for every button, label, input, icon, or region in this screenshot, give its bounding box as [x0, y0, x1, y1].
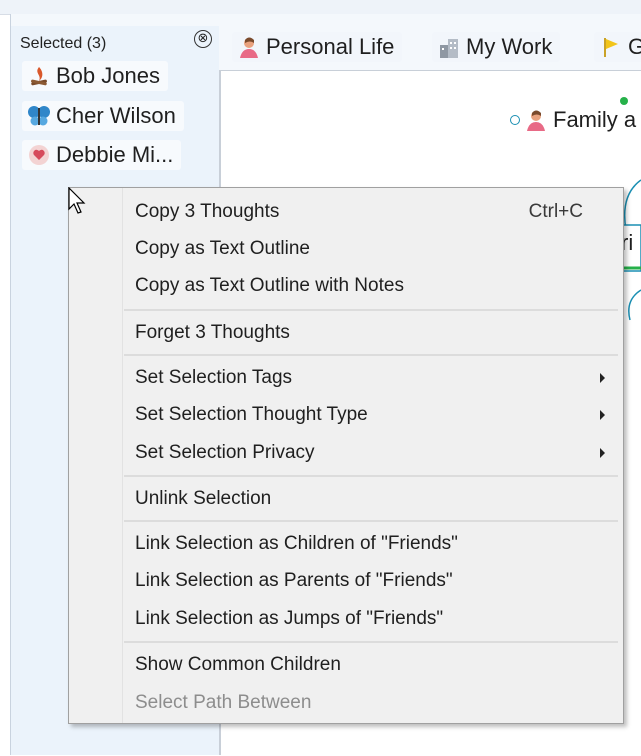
- submenu-arrow-icon: [600, 448, 605, 458]
- window-top-bar: [0, 0, 641, 15]
- close-selection-icon[interactable]: ⊗: [194, 30, 212, 48]
- tab-my-work[interactable]: My Work: [432, 32, 561, 62]
- butterfly-icon: [26, 104, 52, 128]
- menu-item-unlink-selection[interactable]: Unlink Selection: [135, 488, 271, 510]
- tab-label: Personal Life: [266, 34, 395, 59]
- menu-item-link-jumps[interactable]: Link Selection as Jumps of "Friends": [135, 608, 443, 630]
- menu-item-link-children[interactable]: Link Selection as Children of "Friends": [135, 533, 458, 555]
- menu-item-copy-thoughts[interactable]: Copy 3 Thoughts: [135, 201, 279, 223]
- tab-goals[interactable]: G: [594, 32, 641, 62]
- selection-count-label: Selected (3): [20, 35, 107, 52]
- menu-item-set-tags[interactable]: Set Selection Tags: [135, 367, 292, 389]
- menu-separator: [124, 475, 618, 477]
- menu-icon-gutter: [69, 188, 123, 723]
- menu-item-set-privacy[interactable]: Set Selection Privacy: [135, 442, 315, 464]
- flag-icon: [598, 35, 624, 59]
- menu-shortcut-copy: Ctrl+C: [528, 201, 583, 222]
- tab-label: G: [628, 34, 641, 59]
- submenu-arrow-icon: [600, 410, 605, 420]
- context-menu: Copy 3 Thoughts Ctrl+C Copy as Text Outl…: [68, 187, 624, 724]
- menu-item-copy-text-outline[interactable]: Copy as Text Outline: [135, 238, 310, 260]
- menu-separator: [124, 309, 618, 311]
- person-icon: [523, 108, 549, 132]
- menu-item-select-path-between: Select Path Between: [135, 692, 312, 713]
- selected-item-debbie[interactable]: Debbie Mi...: [22, 140, 182, 170]
- tab-personal-life[interactable]: Personal Life: [232, 32, 403, 62]
- submenu-arrow-icon: [600, 373, 605, 383]
- mouse-cursor-icon: [68, 187, 86, 214]
- menu-item-set-thought-type[interactable]: Set Selection Thought Type: [135, 404, 368, 426]
- building-icon: [436, 35, 462, 59]
- menu-separator: [124, 354, 618, 356]
- selected-item-cher-wilson[interactable]: Cher Wilson: [22, 101, 184, 131]
- heart-icon: [26, 143, 52, 167]
- thought-node-family[interactable]: Family a: [510, 104, 636, 136]
- menu-item-copy-outline-notes[interactable]: Copy as Text Outline with Notes: [135, 275, 404, 297]
- thought-node-label: Family a: [553, 107, 637, 132]
- menu-separator: [124, 641, 618, 643]
- menu-item-link-parents[interactable]: Link Selection as Parents of "Friends": [135, 570, 453, 592]
- selected-item-label: Cher Wilson: [56, 103, 176, 128]
- tab-label: My Work: [466, 34, 553, 59]
- selected-item-bob-jones[interactable]: Bob Jones: [22, 61, 168, 91]
- menu-item-forget-thoughts[interactable]: Forget 3 Thoughts: [135, 322, 290, 344]
- menu-separator: [124, 520, 618, 522]
- link-handle-icon[interactable]: [510, 115, 520, 125]
- campfire-icon: [26, 64, 52, 88]
- selected-item-label: Bob Jones: [56, 63, 160, 88]
- menu-item-show-common-children[interactable]: Show Common Children: [135, 654, 341, 676]
- selected-item-label: Debbie Mi...: [56, 142, 174, 167]
- person-icon: [236, 35, 262, 59]
